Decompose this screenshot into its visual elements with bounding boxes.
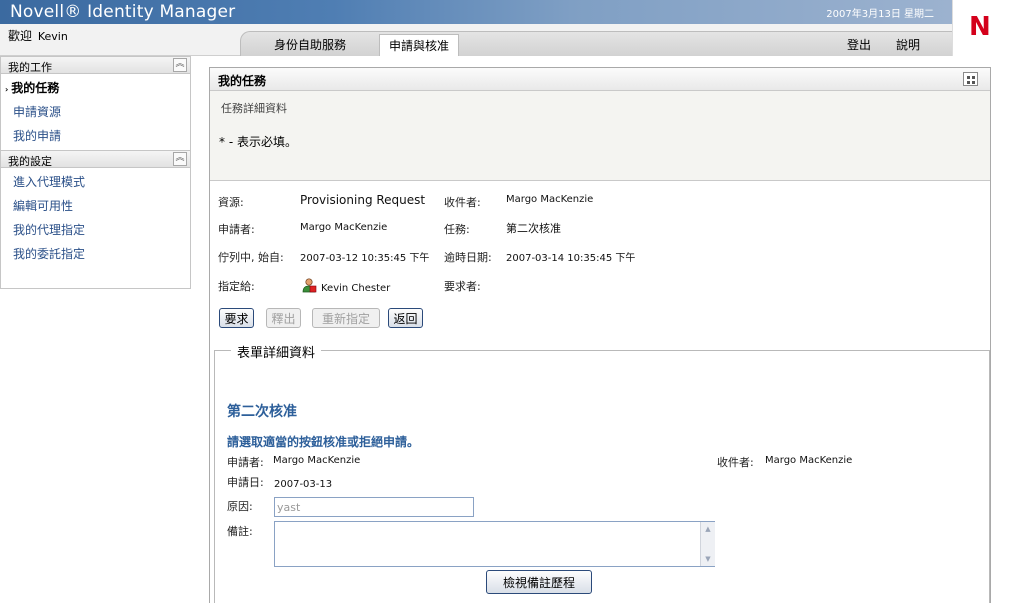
assigned-label: 指定給: (218, 280, 255, 293)
task-panel: 我的任務 任務詳細資料 * - 表示必填。 資源: Provisioning R… (209, 67, 991, 603)
claim-button[interactable]: 要求 (219, 308, 254, 328)
scroll-up-icon[interactable]: ▲ (703, 524, 713, 534)
reassign-button[interactable]: 重新指定 (312, 308, 380, 328)
release-button[interactable]: 釋出 (266, 308, 301, 328)
form-legend: 表單詳細資料 (231, 342, 322, 361)
sidebar-item-my-proxy-assignments[interactable]: 我的代理指定 (1, 216, 190, 240)
comment-label: 備註: (227, 525, 253, 538)
form-details: 表單詳細資料 第二次核准 請選取適當的按鈕核准或拒絕申請。 申請者: Margo… (214, 342, 990, 603)
task-value: 第二次核准 (506, 222, 561, 235)
sidebar-item-edit-availability[interactable]: 編輯可用性 (1, 192, 190, 216)
queued-value: 2007-03-12 10:35:45 下午 (300, 253, 430, 264)
task-label: 任務: (444, 223, 470, 236)
sidebar-item-my-requests[interactable]: 我的申請 (1, 122, 190, 146)
sidebar-section-title: 我的設定 (8, 155, 52, 168)
view-comment-history-button[interactable]: 檢視備註歷程 (486, 570, 592, 594)
sidebar-section-my-settings: 我的設定 ︽ (1, 150, 190, 168)
task-intro: 任務詳細資料 * - 表示必填。 (210, 91, 990, 181)
current-date: 2007年3月13日 星期二 (826, 9, 934, 20)
resource-label: 資源: (218, 196, 244, 209)
welcome-label: 歡迎 (8, 29, 33, 43)
detail-subtitle: 任務詳細資料 (221, 102, 287, 115)
user-icon (301, 277, 317, 293)
request-date-value: 2007-03-13 (274, 479, 333, 490)
request-date-label: 申請日: (227, 476, 264, 489)
collapse-icon[interactable]: ︽ (173, 152, 187, 166)
novell-logo-icon: N (969, 12, 991, 42)
nav-bar: 歡迎 Kevin 身份自助服務 申請與核准 登出 說明 (0, 24, 952, 56)
sidebar-item-label: 我的任務 (11, 81, 60, 95)
panel-title: 我的任務 (218, 74, 267, 88)
required-note: * - 表示必填。 (219, 135, 297, 149)
user-name: Kevin (37, 30, 68, 43)
logout-link[interactable]: 登出 (847, 36, 871, 53)
panel-menu-icon[interactable] (963, 72, 978, 86)
panel-header: 我的任務 (210, 68, 990, 91)
timeout-label: 逾時日期: (444, 251, 492, 264)
recipient-value: Margo MacKenzie (506, 194, 594, 205)
queued-label: 佇列中, 始自: (218, 251, 284, 264)
sidebar-item-my-delegate-assignments[interactable]: 我的委託指定 (1, 240, 190, 264)
sidebar: 我的工作 ︽ › 我的任務 申請資源 我的申請 我的設定 ︽ 進入代理模式 編輯可… (0, 56, 191, 289)
comment-textarea[interactable] (274, 521, 715, 567)
requested-by-label: 要求者: (444, 280, 481, 293)
comment-scrollbar[interactable]: ▲ ▼ (700, 522, 715, 566)
sidebar-section-my-work: 我的工作 ︽ (1, 56, 190, 74)
timeout-value: 2007-03-14 10:35:45 下午 (506, 253, 636, 264)
header-banner: Novell® Identity Manager 2007年3月13日 星期二 (0, 0, 952, 24)
requester-value: Margo MacKenzie (300, 222, 388, 233)
resource-value: Provisioning Request (300, 193, 426, 207)
welcome-text: 歡迎 Kevin (8, 27, 68, 44)
form-title: 第二次核准 (227, 404, 297, 420)
form-recipient-value: Margo MacKenzie (765, 455, 853, 466)
collapse-icon[interactable]: ︽ (173, 58, 187, 72)
reason-input[interactable] (274, 497, 474, 517)
sidebar-item-my-tasks[interactable]: › 我的任務 (1, 74, 190, 98)
form-instruction: 請選取適當的按鈕核准或拒絕申請。 (227, 435, 420, 449)
assigned-value: Kevin Chester (321, 283, 391, 294)
form-requester-label: 申請者: (227, 456, 264, 469)
reason-label: 原因: (227, 500, 253, 513)
novell-logo: N (952, 0, 1010, 56)
sidebar-section-title: 我的工作 (8, 61, 52, 74)
tab-strip: 身份自助服務 申請與核准 登出 說明 (240, 31, 952, 56)
app-title: Novell® Identity Manager (10, 2, 236, 22)
tab-identity-self-service[interactable]: 身份自助服務 (274, 36, 346, 53)
requester-label: 申請者: (218, 223, 255, 236)
sidebar-item-request-resource[interactable]: 申請資源 (1, 98, 190, 122)
bullet-icon: › (5, 85, 9, 94)
form-requester-value: Margo MacKenzie (273, 455, 361, 466)
back-button[interactable]: 返回 (388, 308, 423, 328)
form-recipient-label: 收件者: (717, 456, 754, 469)
sidebar-item-proxy-mode[interactable]: 進入代理模式 (1, 168, 190, 192)
recipient-label: 收件者: (444, 196, 481, 209)
scroll-down-icon[interactable]: ▼ (703, 554, 713, 564)
help-link[interactable]: 說明 (896, 36, 920, 53)
tab-requests-approvals[interactable]: 申請與核准 (379, 34, 460, 56)
